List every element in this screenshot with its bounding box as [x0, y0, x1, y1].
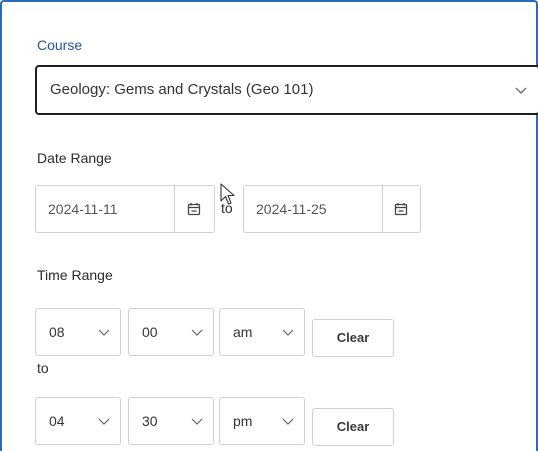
- start-date-divider: [174, 186, 175, 232]
- chevron-down-icon: [191, 329, 203, 336]
- end-date-value: 2024-11-25: [256, 201, 327, 217]
- calendar-icon[interactable]: [393, 201, 409, 217]
- chevron-down-icon: [515, 87, 527, 94]
- start-time-clear-button[interactable]: Clear: [312, 319, 394, 357]
- date-range-label: Date Range: [37, 150, 112, 166]
- end-minute-value: 30: [142, 413, 158, 429]
- course-select[interactable]: Geology: Gems and Crystals (Geo 101): [35, 65, 538, 115]
- mouse-pointer-icon: [220, 183, 235, 205]
- course-label: Course: [37, 37, 83, 53]
- start-period-select[interactable]: am: [219, 308, 305, 356]
- end-period-select[interactable]: pm: [219, 397, 305, 445]
- end-date-divider: [382, 186, 383, 232]
- chevron-down-icon: [98, 418, 110, 425]
- end-hour-value: 04: [49, 413, 65, 429]
- end-minute-select[interactable]: 30: [128, 397, 214, 445]
- chevron-down-icon: [282, 418, 294, 425]
- calendar-icon[interactable]: [186, 201, 202, 217]
- chevron-down-icon: [282, 329, 294, 336]
- chevron-down-icon: [98, 329, 110, 336]
- chevron-down-icon: [191, 418, 203, 425]
- end-date-input[interactable]: 2024-11-25: [243, 185, 421, 233]
- start-date-value: 2024-11-11: [48, 201, 118, 217]
- time-range-label: Time Range: [37, 267, 113, 283]
- course-filter-panel: Course Geology: Gems and Crystals (Geo 1…: [0, 0, 538, 451]
- end-period-value: pm: [233, 413, 253, 429]
- start-hour-select[interactable]: 08: [35, 308, 121, 356]
- start-minute-value: 00: [142, 324, 158, 340]
- start-period-value: am: [233, 324, 253, 340]
- end-hour-select[interactable]: 04: [35, 397, 121, 445]
- course-select-value: Geology: Gems and Crystals (Geo 101): [50, 81, 314, 98]
- end-time-clear-button[interactable]: Clear: [312, 408, 394, 446]
- time-range-separator: to: [37, 360, 49, 376]
- start-date-input[interactable]: 2024-11-11: [35, 185, 215, 233]
- start-hour-value: 08: [49, 324, 65, 340]
- start-minute-select[interactable]: 00: [128, 308, 214, 356]
